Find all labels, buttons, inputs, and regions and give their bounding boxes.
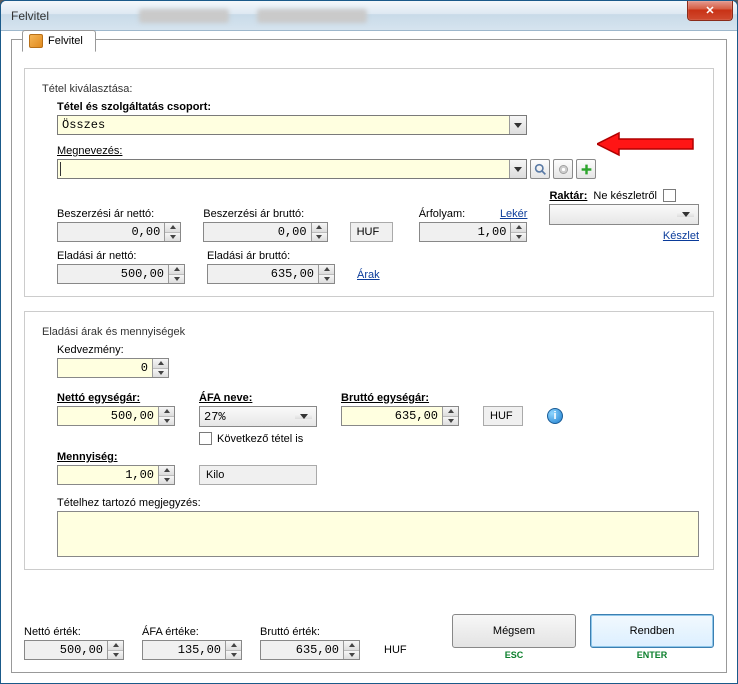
outer-frame: Felvitel Tétel kiválasztása: Tétel és sz… [11, 39, 727, 673]
ok-button[interactable]: Rendben [590, 614, 714, 648]
titlebar-blur [139, 9, 367, 23]
buy-gross-input[interactable]: 0,00 [203, 222, 327, 242]
note-textarea[interactable] [57, 511, 699, 557]
tab-label: Felvitel [48, 35, 83, 47]
footer-vat-label: ÁFA értéke: [142, 626, 242, 638]
footer-gross-label: Bruttó érték: [260, 626, 360, 638]
next-item-label: Következő tétel is [217, 433, 303, 445]
sell-net-value: 500,00 [58, 265, 168, 283]
dropdown-icon [295, 414, 312, 419]
discount-input[interactable]: 0 [57, 358, 169, 378]
footer-gross-input[interactable]: 635,00 [260, 640, 360, 660]
gross-unit-value: 635,00 [342, 407, 442, 425]
footer-net-label: Nettó érték: [24, 626, 124, 638]
tab-strip: Felvitel [22, 30, 96, 52]
discount-value: 0 [58, 359, 152, 377]
net-unit-label: Nettó egységár: [57, 392, 175, 404]
vat-select[interactable]: 27% [199, 406, 317, 427]
stock-label: Raktár: [549, 190, 587, 202]
ok-shortcut: ENTER [590, 650, 714, 660]
sell-net-label: Eladási ár nettó: [57, 250, 185, 262]
buy-gross-value: 0,00 [204, 223, 310, 241]
price-qty-group: Eladási árak és mennyiségek Kedvezmény: … [24, 311, 714, 570]
dropdown-icon [677, 212, 694, 217]
discount-label: Kedvezmény: [57, 344, 699, 356]
info-icon[interactable]: i [547, 408, 563, 424]
group2-legend: Eladási árak és mennyiségek [39, 326, 188, 338]
footer-net-input[interactable]: 500,00 [24, 640, 124, 660]
footer-gross-value: 635,00 [261, 641, 343, 659]
titlebar: Felvitel ✕ [1, 1, 737, 31]
rate-label: Árfolyam: [419, 208, 465, 220]
close-button[interactable]: ✕ [687, 1, 733, 21]
stock-check-label: Ne készletről [593, 190, 657, 202]
client-area: Felvitel Tétel kiválasztása: Tétel és sz… [1, 31, 737, 683]
settings-button[interactable] [553, 159, 573, 179]
buy-gross-label: Beszerzési ár bruttó: [203, 208, 327, 220]
next-item-checkbox[interactable] [199, 432, 212, 445]
stock-checkbox[interactable] [663, 189, 676, 202]
gross-unit-label: Bruttó egységár: [341, 392, 459, 404]
gear-icon [557, 163, 570, 176]
sell-gross-input[interactable]: 635,00 [207, 264, 335, 284]
tab-felvitel[interactable]: Felvitel [22, 30, 96, 52]
footer-vat-value: 135,00 [143, 641, 225, 659]
item-select-group: Tétel kiválasztása: Tétel és szolgáltatá… [24, 68, 714, 297]
plus-icon [580, 163, 593, 176]
footer-net-value: 500,00 [25, 641, 107, 659]
footer-currency: HUF [378, 640, 422, 660]
rate-input[interactable]: 1,00 [419, 222, 528, 242]
group-combo-value: Összes [58, 116, 509, 134]
currency-box: HUF [350, 222, 393, 242]
qty-label: Mennyiség: [57, 451, 175, 463]
stock-select[interactable] [549, 204, 699, 225]
dropdown-icon [509, 116, 526, 134]
search-icon [534, 163, 547, 176]
vat-value: 27% [204, 410, 226, 424]
unit-currency: HUF [483, 406, 523, 426]
footer-row: Nettó érték: 500,00 ÁFA értéke: 135,00 B… [24, 614, 714, 660]
group1-legend: Tétel kiválasztása: [39, 83, 135, 95]
dialog-window: Felvitel ✕ Felvitel Tétel kiválasztása: … [0, 0, 738, 684]
name-combo-value [60, 162, 509, 176]
sell-net-input[interactable]: 500,00 [57, 264, 185, 284]
buy-net-label: Beszerzési ár nettó: [57, 208, 181, 220]
qty-input[interactable]: 1,00 [57, 465, 175, 485]
footer-vat-input[interactable]: 135,00 [142, 640, 242, 660]
name-combo[interactable] [57, 159, 527, 179]
gross-unit-input[interactable]: 635,00 [341, 406, 459, 426]
group-combo[interactable]: Összes [57, 115, 527, 135]
cancel-shortcut: ESC [452, 650, 576, 660]
buy-net-input[interactable]: 0,00 [57, 222, 181, 242]
sell-gross-label: Eladási ár bruttó: [207, 250, 335, 262]
buy-net-value: 0,00 [58, 223, 164, 241]
vat-label: ÁFA neve: [199, 392, 317, 404]
rate-fetch-link[interactable]: Lekér [500, 208, 528, 222]
rate-value: 1,00 [420, 223, 511, 241]
unit-name-box: Kilo [199, 465, 317, 485]
note-label: Tételhez tartozó megjegyzés: [57, 497, 699, 509]
window-title: Felvitel [11, 9, 49, 23]
arrow-annotation [597, 130, 697, 158]
stock-link[interactable]: Készlet [663, 230, 699, 242]
tab-icon [29, 34, 43, 48]
prices-link[interactable]: Árak [357, 269, 380, 281]
net-unit-value: 500,00 [58, 407, 158, 425]
add-button[interactable] [576, 159, 596, 179]
cancel-button[interactable]: Mégsem [452, 614, 576, 648]
search-button[interactable] [530, 159, 550, 179]
dropdown-icon [509, 160, 526, 178]
net-unit-input[interactable]: 500,00 [57, 406, 175, 426]
qty-value: 1,00 [58, 466, 158, 484]
close-icon: ✕ [705, 4, 714, 17]
sell-gross-value: 635,00 [208, 265, 318, 283]
group-label: Tétel és szolgáltatás csoport: [57, 101, 699, 113]
